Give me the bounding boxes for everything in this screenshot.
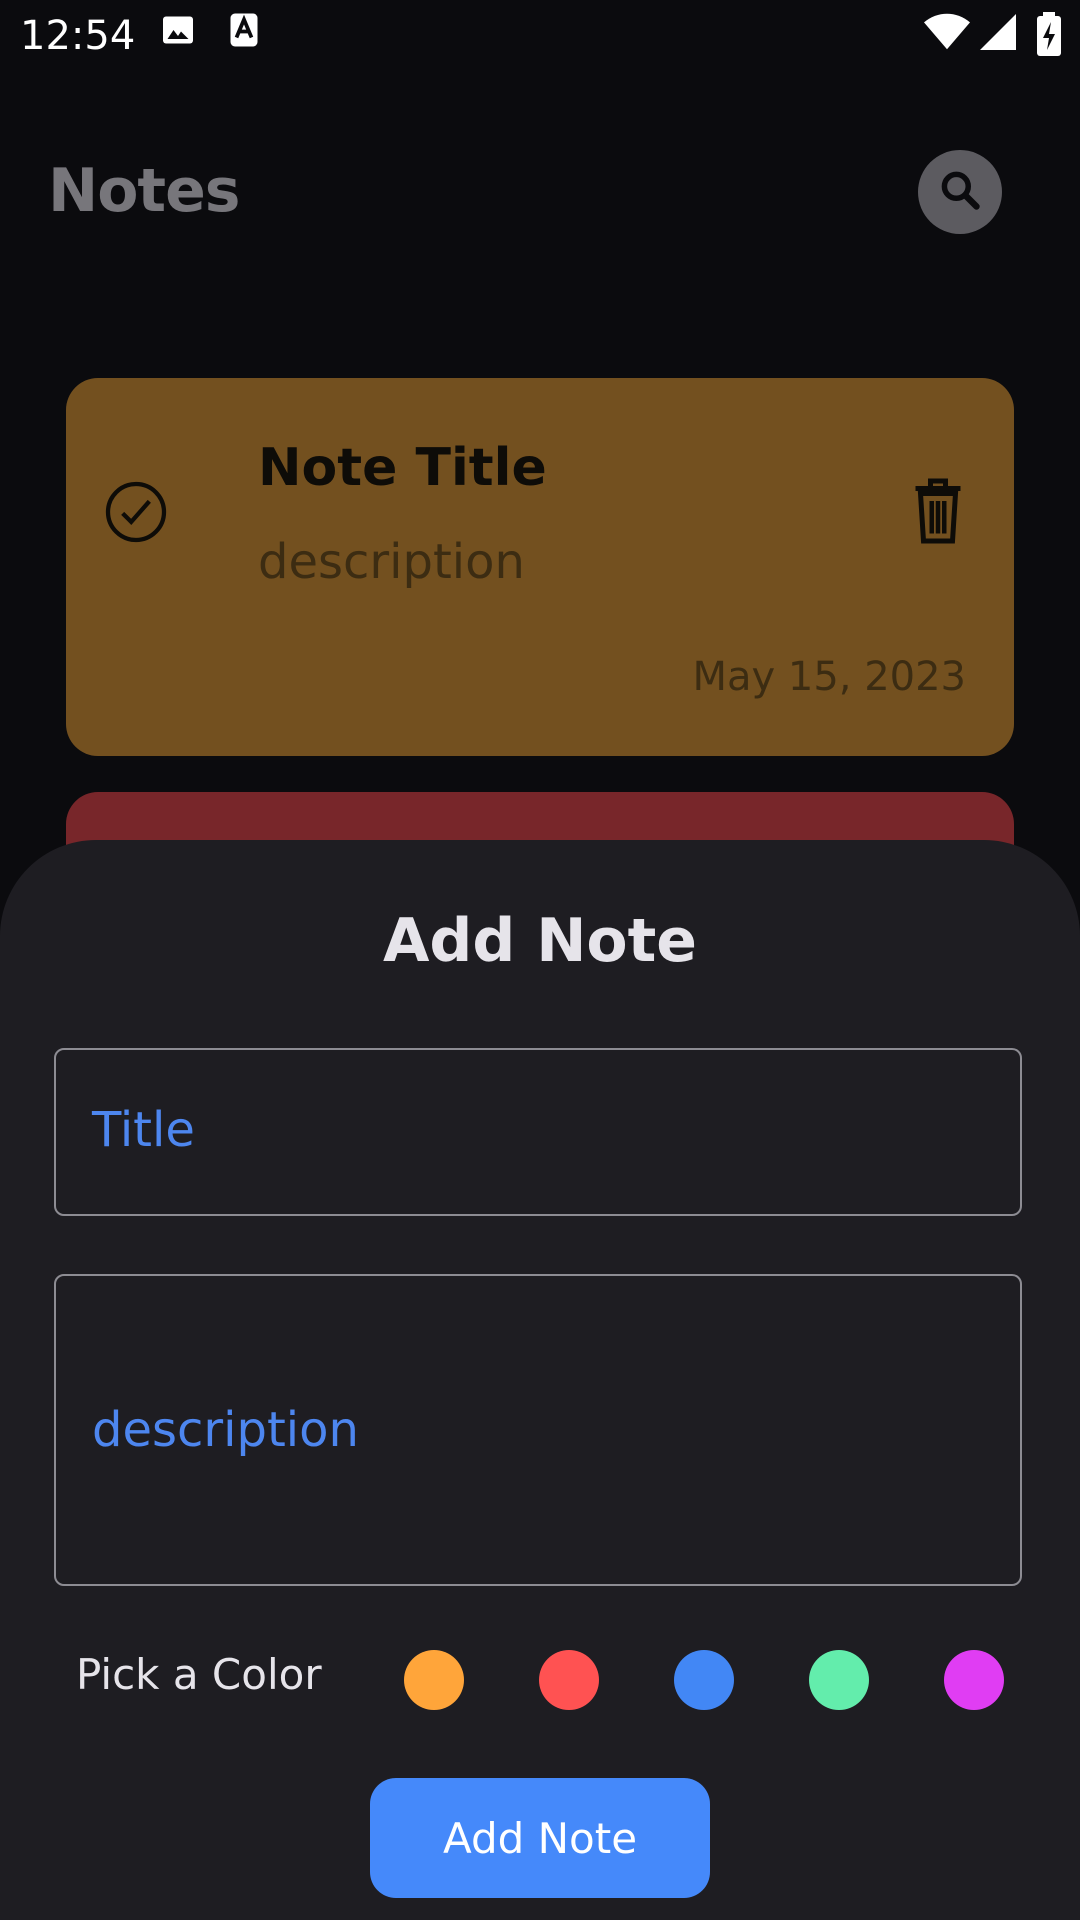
title-placeholder: Title xyxy=(92,1102,195,1158)
color-swatch-green[interactable] xyxy=(809,1650,869,1710)
page-title: Notes xyxy=(48,156,241,226)
pick-color-label: Pick a Color xyxy=(76,1650,322,1699)
search-icon xyxy=(938,168,982,216)
signal-icon xyxy=(980,12,1016,56)
add-note-button[interactable]: Add Note xyxy=(370,1778,710,1898)
color-swatch-blue[interactable] xyxy=(674,1650,734,1710)
wifi-icon xyxy=(924,12,970,56)
color-swatch-red[interactable] xyxy=(539,1650,599,1710)
trash-icon[interactable] xyxy=(908,476,968,550)
battery-charging-icon xyxy=(1036,12,1062,60)
add-note-sheet: Add Note Title description Pick a Color … xyxy=(0,840,1080,1920)
color-swatch-orange[interactable] xyxy=(404,1650,464,1710)
title-input[interactable]: Title xyxy=(54,1048,1022,1216)
check-circle-icon[interactable] xyxy=(104,480,168,548)
note-title: Note Title xyxy=(258,438,547,498)
a-keyboard-icon xyxy=(228,12,260,52)
color-swatch-purple[interactable] xyxy=(944,1650,1004,1710)
app-header: Notes xyxy=(0,72,1080,312)
note-description: description xyxy=(258,534,525,590)
note-card[interactable]: Note Title description May 15, 2023 xyxy=(66,378,1014,756)
status-bar: 12:54 xyxy=(0,0,1080,72)
description-placeholder: description xyxy=(92,1402,359,1458)
search-button[interactable] xyxy=(918,150,1002,234)
description-input[interactable]: description xyxy=(54,1274,1022,1586)
note-date: May 15, 2023 xyxy=(692,654,966,700)
status-time: 12:54 xyxy=(20,13,136,59)
sheet-title: Add Note xyxy=(382,906,698,976)
image-icon xyxy=(160,12,196,52)
